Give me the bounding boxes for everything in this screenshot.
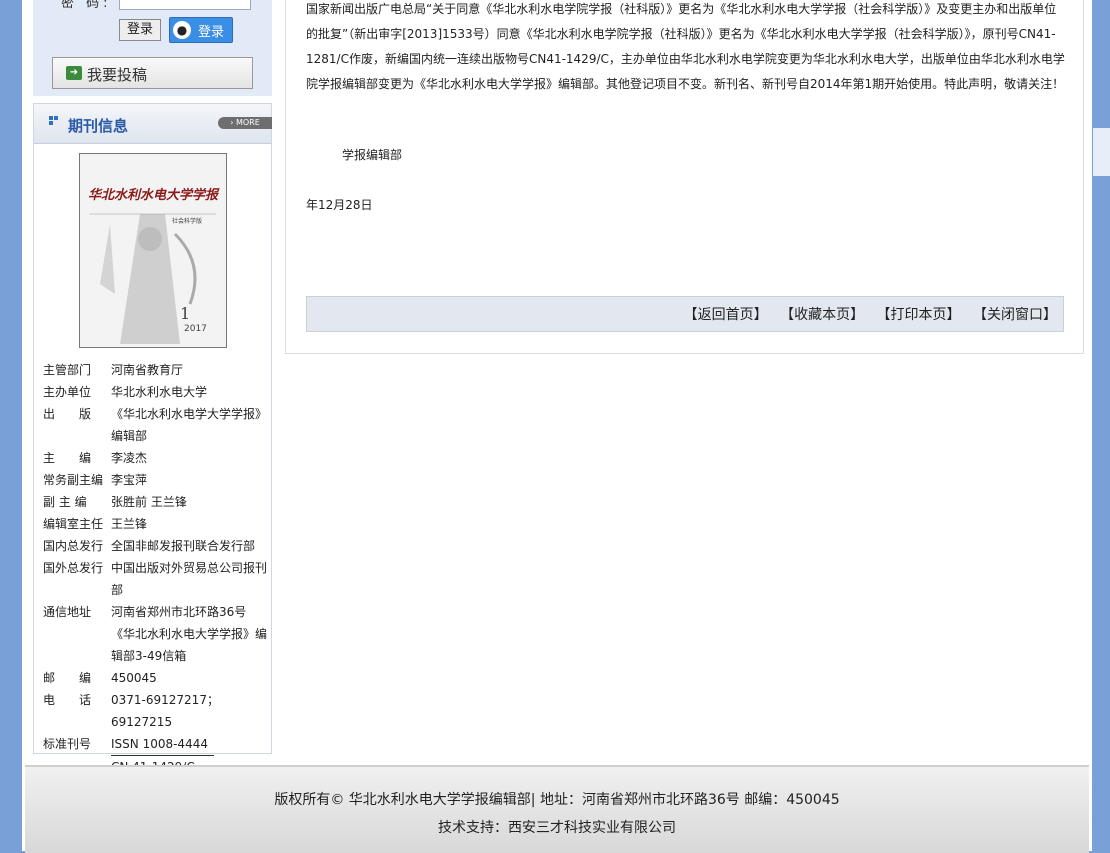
- info-label: 出 版: [43, 407, 92, 421]
- cover-year: 2017: [184, 324, 207, 334]
- journal-info-list: 主管部门 河南省教育厅 主办单位 华北水利水电大学 出 版 《华北水利水电学大学学报》…: [43, 359, 269, 778]
- submit-manuscript-label: 我要投稿: [87, 66, 148, 84]
- info-row: 电 话 0371-69127217；69127215: [43, 689, 269, 733]
- info-value: 王兰锋: [111, 517, 148, 531]
- article-date: 年12月28日: [306, 198, 373, 212]
- article-signature: 学报编辑部: [342, 148, 403, 162]
- info-value: 张胜前 王兰锋: [111, 495, 187, 509]
- info-label: 编辑室主任: [43, 517, 104, 531]
- journal-info-header: 期刊信息 › MORE: [34, 104, 272, 144]
- footer-copyright: 版权所有© 华北水利水电大学学报编辑部| 地址：河南省郑州市北环路36号 邮编：…: [274, 792, 840, 808]
- info-row: 常务副主编 李宝萍: [43, 469, 269, 491]
- info-row: 主 编 李凌杰: [43, 447, 269, 469]
- info-label: 主办单位: [43, 385, 92, 399]
- info-value: 河南省郑州市北环路36号《华北水利水电大学学报》编辑部3-49信箱: [111, 605, 268, 663]
- back-home-link[interactable]: 【返回首页】: [684, 307, 768, 323]
- info-row: 编辑室主任 王兰锋: [43, 513, 269, 535]
- submit-arrow-icon: ➜: [66, 66, 82, 80]
- grid-bullet-icon: [49, 116, 59, 126]
- footer-tech-support: 技术支持：西安三才科技实业有限公司: [438, 820, 676, 836]
- info-label: 国内总发行: [43, 539, 104, 553]
- info-value: 全国非邮发报刊联合发行部: [111, 539, 256, 553]
- info-label: 主管部门: [43, 363, 92, 377]
- cover-issue: 1: [180, 304, 191, 323]
- info-label: 副 主 编: [43, 495, 87, 509]
- qq-penguin-icon: ●: [173, 21, 191, 39]
- info-row: 通信地址 河南省郑州市北环路36号《华北水利水电大学学报》编辑部3-49信箱: [43, 601, 269, 667]
- info-value: 华北水利水电大学: [111, 385, 208, 399]
- page-action-bar: 【返回首页】 【收藏本页】 【打印本页】 【关闭窗口】: [306, 296, 1064, 332]
- password-label: 密 码:: [61, 0, 112, 11]
- info-label: 标准刊号: [43, 737, 92, 751]
- info-value: ISSN 1008-4444: [111, 733, 269, 756]
- journal-info-panel: 期刊信息 › MORE 华北水利水电大学学报 社会科学版 1 2017 主管部门…: [33, 103, 272, 774]
- cover-subtitle: 社会科学版: [172, 218, 203, 225]
- info-label: 国外总发行: [43, 561, 104, 575]
- journal-cover-image: 华北水利水电大学学报 社会科学版 1 2017: [79, 153, 227, 348]
- cover-title: 华北水利水电大学学报: [88, 188, 219, 203]
- info-label: 邮 编: [43, 671, 92, 685]
- info-value: 河南省教育厅: [111, 363, 184, 377]
- password-input[interactable]: [119, 0, 251, 10]
- info-value: 450045: [111, 671, 157, 685]
- info-row: 主办单位 华北水利水电大学: [43, 381, 269, 403]
- more-link[interactable]: › MORE: [218, 117, 272, 129]
- strip-notch: [1093, 128, 1110, 176]
- info-row: 国内总发行 全国非邮发报刊联合发行部: [43, 535, 269, 557]
- submit-manuscript-button[interactable]: ➜ 我要投稿: [52, 57, 253, 89]
- add-favorite-link[interactable]: 【收藏本页】: [780, 307, 864, 323]
- info-label: 主 编: [43, 451, 92, 465]
- info-row: 出 版 《华北水利水电学大学学报》编辑部: [43, 403, 269, 447]
- info-row: 副 主 编 张胜前 王兰锋: [43, 491, 269, 513]
- login-panel: 密 码: 登录 ● 登录 ➜ 我要投稿: [33, 0, 272, 96]
- info-label: 常务副主编: [43, 473, 104, 487]
- info-value: 0371-69127217；69127215: [111, 693, 219, 729]
- info-value: 中国出版对外贸易总公司报刊部: [111, 561, 268, 597]
- login-button[interactable]: 登录: [119, 19, 161, 41]
- info-row: 主管部门 河南省教育厅: [43, 359, 269, 381]
- page-container: 密 码: 登录 ● 登录 ➜ 我要投稿 期刊信息 › MORE 华北水利水电大学…: [22, 0, 1092, 853]
- page-actions: 【返回首页】 【收藏本页】 【打印本页】 【关闭窗口】: [676, 304, 1057, 324]
- info-value: 李凌杰: [111, 451, 148, 465]
- journal-info-title: 期刊信息: [68, 117, 129, 135]
- qq-login-label: 登录: [198, 25, 225, 40]
- issn-number: ISSN 1008-4444: [111, 733, 214, 756]
- article-body: 国家新闻出版广电总局“关于同意《华北水利水电学院学报（社科版）》更名为《华北水利…: [306, 2, 1065, 91]
- print-page-link[interactable]: 【打印本页】: [877, 307, 961, 323]
- info-label: 电 话: [43, 693, 92, 707]
- page-footer: 版权所有© 华北水利水电大学学报编辑部| 地址：河南省郑州市北环路36号 邮编：…: [25, 765, 1089, 853]
- close-window-link[interactable]: 【关闭窗口】: [973, 307, 1057, 323]
- article-content-panel: 国家新闻出版广电总局“关于同意《华北水利水电学院学报（社科版）》更名为《华北水利…: [285, 0, 1084, 354]
- info-row: 国外总发行 中国出版对外贸易总公司报刊部: [43, 557, 269, 601]
- qq-login-button[interactable]: ● 登录: [169, 17, 233, 43]
- info-label: 通信地址: [43, 605, 92, 619]
- info-row: 标准刊号 ISSN 1008-4444: [43, 733, 269, 756]
- info-value: 李宝萍: [111, 473, 148, 487]
- info-value: 《华北水利水电学大学学报》编辑部: [111, 407, 268, 443]
- info-row: 邮 编 450045: [43, 667, 269, 689]
